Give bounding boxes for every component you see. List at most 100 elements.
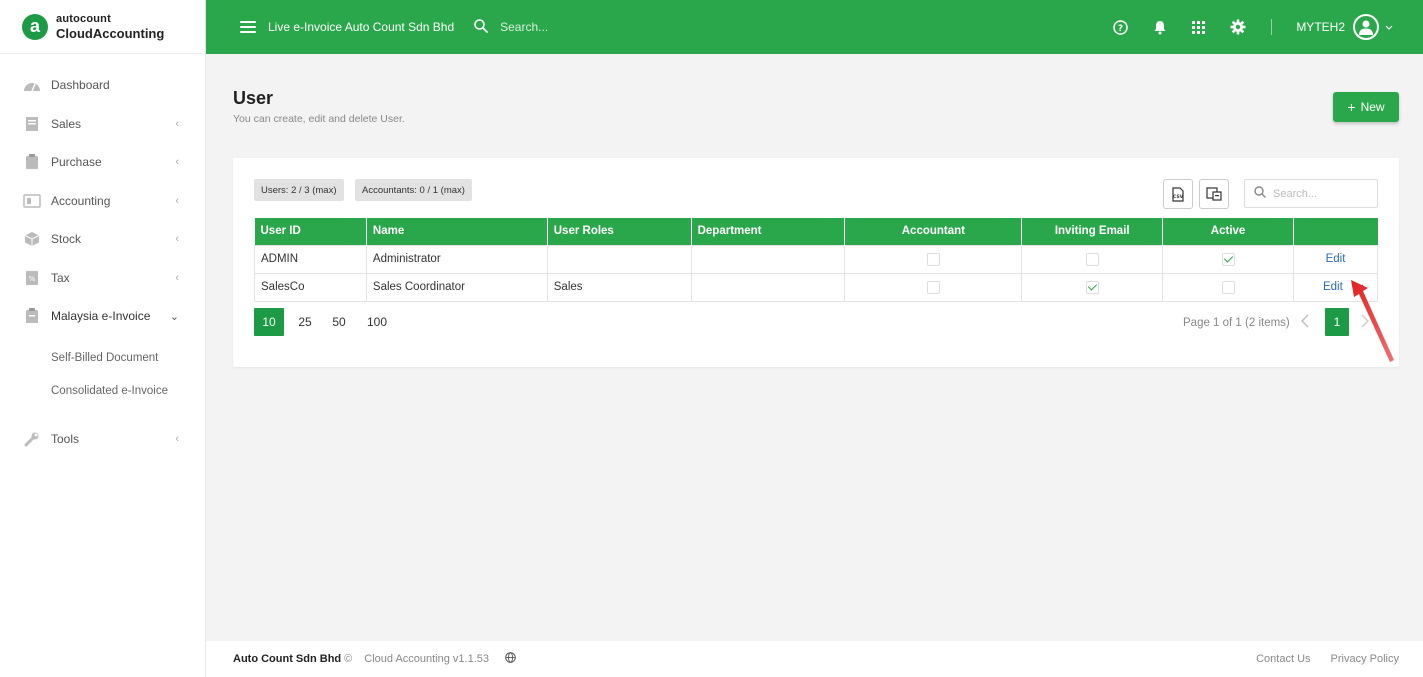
username[interactable]: MYTEH2 xyxy=(1296,20,1345,34)
table-header-row: User ID Name User Roles Department Accou… xyxy=(254,218,1378,245)
page-number-current[interactable]: 1 xyxy=(1325,308,1349,336)
accounting-icon xyxy=(23,193,41,209)
table-row: ADMIN Administrator Edit xyxy=(254,244,1378,274)
cell-name: Sales Coordinator xyxy=(365,272,548,302)
chevron-left-icon: ‹ xyxy=(175,194,179,207)
table-search-input[interactable] xyxy=(1273,187,1368,200)
avatar[interactable] xyxy=(1353,14,1379,40)
page-size-100[interactable]: 100 xyxy=(357,308,397,336)
dashboard-icon xyxy=(23,77,41,93)
edit-link[interactable]: Edit xyxy=(1323,281,1343,293)
sidebar-item-tools[interactable]: Tools ‹ xyxy=(0,420,205,459)
logo-bottom-text: CloudAccounting xyxy=(56,25,165,41)
chevron-left-icon: ‹ xyxy=(175,233,179,246)
accountant-checkbox[interactable] xyxy=(926,280,940,294)
sidebar-item-purchase[interactable]: Purchase ‹ xyxy=(0,143,205,182)
sidebar-item-sales[interactable]: Sales ‹ xyxy=(0,105,205,144)
active-checkbox[interactable] xyxy=(1221,280,1235,294)
table-search-field[interactable] xyxy=(1244,179,1378,208)
cell-name: Administrator xyxy=(365,244,548,274)
chevron-left-icon: ‹ xyxy=(175,271,179,284)
footer: Auto Count Sdn Bhd © Cloud Accounting v1… xyxy=(206,641,1423,677)
cell-department xyxy=(690,272,846,302)
col-header-action xyxy=(1293,218,1378,245)
company-name[interactable]: Live e-Invoice Auto Count Sdn Bhd xyxy=(268,20,454,34)
hamburger-menu-icon[interactable] xyxy=(240,21,256,33)
gear-icon[interactable] xyxy=(1218,19,1257,35)
sidebar-item-accounting[interactable]: Accounting ‹ xyxy=(0,182,205,221)
col-header-user-roles[interactable]: User Roles xyxy=(547,218,692,245)
inviting-email-checkbox[interactable] xyxy=(1085,280,1099,294)
cell-user-id: SalesCo xyxy=(254,272,367,302)
cell-roles xyxy=(546,244,692,274)
page-size-50[interactable]: 50 xyxy=(323,308,355,336)
einvoice-icon xyxy=(23,308,41,324)
footer-link-contact[interactable]: Contact Us xyxy=(1256,653,1310,665)
chevron-left-icon: ‹ xyxy=(175,156,179,169)
sidebar-item-label: Tax xyxy=(51,270,70,285)
apps-grid-icon[interactable] xyxy=(1179,20,1218,34)
topbar-divider xyxy=(1271,19,1273,35)
column-chooser-icon xyxy=(1206,187,1222,201)
col-header-inviting-email[interactable]: Inviting Email xyxy=(1021,218,1164,245)
stock-icon xyxy=(23,231,41,247)
sidebar-subitem-self-billed[interactable]: Self-Billed Document xyxy=(0,342,205,375)
page-size-25[interactable]: 25 xyxy=(289,308,321,336)
search-icon xyxy=(474,18,488,36)
annotation-arrow-icon xyxy=(1351,280,1394,362)
column-chooser-button[interactable] xyxy=(1199,179,1229,209)
wrench-icon xyxy=(23,431,41,447)
accountants-count-badge: Accountants: 0 / 1 (max) xyxy=(355,179,472,201)
cell-department xyxy=(690,244,846,274)
globe-icon[interactable] xyxy=(505,652,516,666)
sidebar-item-label: Malaysia e-Invoice xyxy=(51,309,151,324)
chevron-down-icon[interactable] xyxy=(1385,18,1393,36)
top-search-placeholder: Search... xyxy=(500,20,549,34)
cell-user-id: ADMIN xyxy=(254,244,367,274)
sidebar-item-stock[interactable]: Stock ‹ xyxy=(0,220,205,259)
purchase-icon xyxy=(23,154,41,170)
col-header-active[interactable]: Active xyxy=(1162,218,1294,245)
sidebar-item-label: Sales xyxy=(51,116,82,131)
accountant-checkbox[interactable] xyxy=(926,252,940,266)
bell-icon[interactable] xyxy=(1140,20,1179,35)
user-list-card: Users: 2 / 3 (max) Accountants: 0 / 1 (m… xyxy=(233,158,1399,367)
new-user-button[interactable]: + New xyxy=(1333,92,1399,122)
footer-copyright: © xyxy=(344,653,353,665)
col-header-department[interactable]: Department xyxy=(691,218,846,245)
csv-file-icon: CSV xyxy=(1172,186,1184,202)
page-size-selector: 10 25 50 100 xyxy=(254,308,399,336)
sidebar-item-dashboard[interactable]: Dashboard xyxy=(0,66,205,105)
user-table: User ID Name User Roles Department Accou… xyxy=(254,218,1378,302)
export-csv-button[interactable]: CSV xyxy=(1163,179,1193,209)
sidebar-item-label: Purchase xyxy=(51,155,102,170)
new-button-label: New xyxy=(1360,100,1385,114)
prev-page-icon[interactable] xyxy=(1301,314,1309,333)
brand-logo[interactable]: a autocount CloudAccounting xyxy=(0,0,205,54)
sidebar-item-tax[interactable]: % Tax ‹ xyxy=(0,259,205,298)
footer-version: Cloud Accounting v1.1.53 xyxy=(364,653,490,665)
sidebar: a autocount CloudAccounting Dashboard Sa… xyxy=(0,0,206,677)
col-header-name[interactable]: Name xyxy=(366,218,548,245)
sidebar-subitem-consolidated[interactable]: Consolidated e-Invoice xyxy=(0,375,205,408)
plus-icon: + xyxy=(1347,99,1356,115)
footer-link-privacy[interactable]: Privacy Policy xyxy=(1331,653,1399,665)
page-size-10[interactable]: 10 xyxy=(254,308,284,336)
inviting-email-checkbox[interactable] xyxy=(1085,252,1099,266)
top-search[interactable]: Search... xyxy=(474,18,549,36)
logo-top-text: autocount xyxy=(56,12,111,25)
users-count-badge: Users: 2 / 3 (max) xyxy=(254,179,344,201)
edit-link[interactable]: Edit xyxy=(1326,253,1346,265)
col-header-accountant[interactable]: Accountant xyxy=(844,218,1023,245)
svg-text:%: % xyxy=(29,275,36,283)
sidebar-item-malaysia-einvoice[interactable]: Malaysia e-Invoice ⌄ xyxy=(0,297,205,336)
chevron-left-icon: ‹ xyxy=(175,432,179,445)
sidebar-item-label: Dashboard xyxy=(51,78,110,93)
col-header-user-id[interactable]: User ID xyxy=(254,218,367,245)
help-icon[interactable]: ? xyxy=(1101,19,1140,35)
page-title: User xyxy=(233,88,274,108)
active-checkbox[interactable] xyxy=(1221,252,1235,266)
cell-roles: Sales xyxy=(546,272,692,302)
page-info: Page 1 of 1 (2 items) xyxy=(1183,317,1290,329)
footer-company: Auto Count Sdn Bhd xyxy=(233,653,342,665)
